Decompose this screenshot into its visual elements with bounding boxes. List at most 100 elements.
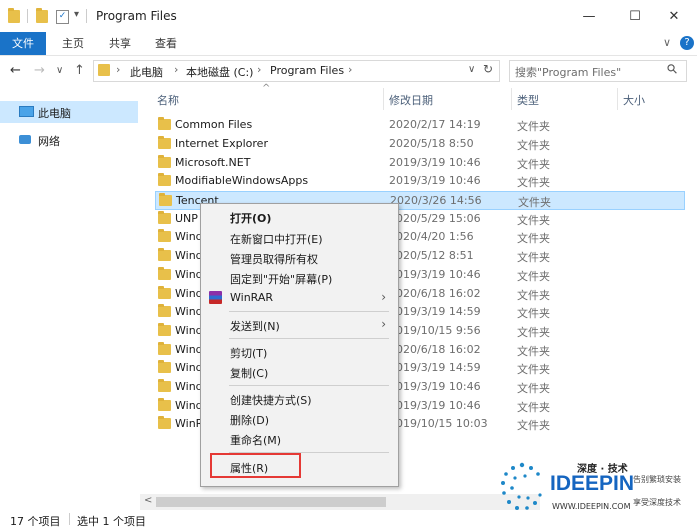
menu-item-rename[interactable]: 重命名(M): [201, 429, 396, 449]
file-date: 2020/5/18 8:50: [389, 137, 474, 150]
column-header-name[interactable]: 名称: [157, 92, 179, 108]
folder-icon[interactable]: [36, 8, 48, 23]
file-date: 2020/5/29 15:06: [389, 212, 481, 225]
folder-icon: [158, 173, 171, 186]
ideepin-logo-icon: [501, 462, 542, 510]
folder-icon: [158, 136, 171, 149]
up-button[interactable]: ↑: [74, 63, 85, 78]
recent-locations-button[interactable]: ∨: [56, 65, 63, 76]
column-header-type[interactable]: 类型: [517, 92, 539, 108]
forward-button[interactable]: →: [34, 63, 45, 78]
watermark: 深度 · 技术 IDEEPIN WWW.IDEEPIN.COM 告别繁琐安装 享…: [495, 459, 695, 521]
breadcrumb-separator[interactable]: ›: [116, 63, 120, 76]
file-name: Wind: [175, 249, 203, 262]
refresh-icon[interactable]: ↻: [483, 62, 493, 76]
properties-highlight-box: [210, 453, 301, 478]
nav-item-network[interactable]: 网络: [0, 130, 138, 150]
file-date: 2019/10/15 10:03: [389, 417, 488, 430]
file-type: 文件夹: [517, 363, 550, 376]
column-divider[interactable]: [617, 88, 618, 110]
file-row[interactable]: ModifiableWindowsApps 2019/3/19 10:46 文件夹: [155, 172, 685, 191]
folder-icon: [158, 360, 171, 373]
breadcrumb-separator[interactable]: ›: [174, 63, 178, 76]
properties-icon[interactable]: ✓: [56, 10, 69, 24]
menu-item-open-new-window[interactable]: 在新窗口中打开(E): [201, 228, 396, 248]
file-date: 2019/10/15 9:56: [389, 324, 481, 337]
horizontal-scroll-thumb[interactable]: [156, 497, 386, 507]
divider: [27, 9, 28, 23]
collapse-ribbon-icon[interactable]: ∨: [663, 36, 671, 49]
breadcrumb-program-files[interactable]: Program Files: [270, 64, 344, 77]
menu-item-winrar[interactable]: WinRAR ›: [201, 288, 396, 308]
file-type: 文件夹: [517, 232, 550, 245]
folder-icon: [158, 342, 171, 355]
file-name: Wind: [175, 230, 203, 243]
file-name: Wind: [175, 361, 203, 374]
breadcrumb-this-pc[interactable]: 此电脑: [130, 64, 163, 80]
file-type: 文件夹: [517, 345, 550, 358]
tab-home[interactable]: 主页: [55, 32, 91, 55]
tab-view[interactable]: 查看: [148, 32, 184, 55]
file-date: 2020/6/18 16:02: [389, 343, 481, 356]
watermark-slogan: 告别繁琐安装: [633, 475, 681, 484]
menu-item-cut[interactable]: 剪切(T): [201, 342, 396, 362]
back-button[interactable]: ←: [10, 63, 21, 78]
column-header-size[interactable]: 大小: [623, 92, 645, 108]
menu-separator: [229, 385, 389, 386]
close-button[interactable]: ✕: [651, 0, 697, 32]
file-type: 文件夹: [518, 196, 551, 209]
breadcrumb-separator[interactable]: ›: [257, 63, 261, 76]
address-dropdown-icon[interactable]: ∨: [468, 64, 475, 75]
file-date: 2020/2/17 14:19: [389, 118, 481, 131]
folder-icon: [98, 64, 110, 76]
folder-icon: [158, 267, 171, 280]
file-type: 文件夹: [517, 419, 550, 432]
column-divider[interactable]: [383, 88, 384, 110]
menu-separator: [229, 311, 389, 312]
folder-icon: [158, 416, 171, 429]
folder-icon: [8, 8, 20, 23]
nav-item-this-pc[interactable]: 此电脑: [0, 101, 138, 123]
file-name: Wind: [175, 268, 203, 281]
search-icon[interactable]: ⚲: [664, 61, 681, 78]
menu-item-pin-to-start[interactable]: 固定到"开始"屏幕(P): [201, 268, 396, 288]
tab-file[interactable]: 文件: [0, 32, 46, 55]
file-row[interactable]: Microsoft.NET 2019/3/19 10:46 文件夹: [155, 154, 685, 173]
customize-quick-access-icon[interactable]: ▾: [74, 9, 79, 20]
folder-icon: [159, 193, 172, 206]
column-divider[interactable]: [511, 88, 512, 110]
tab-share[interactable]: 共享: [102, 32, 138, 55]
file-type: 文件夹: [517, 120, 550, 133]
vertical-scrollbar[interactable]: [685, 88, 697, 494]
menu-item-copy[interactable]: 复制(C): [201, 362, 396, 382]
menu-item-send-to[interactable]: 发送到(N) ›: [201, 315, 396, 335]
menu-item-open[interactable]: 打开(O): [201, 207, 396, 227]
address-bar[interactable]: › 此电脑 › 本地磁盘 (C:) › Program Files › ∨ ↻: [93, 60, 500, 82]
menu-separator: [229, 338, 389, 339]
file-row[interactable]: Common Files 2020/2/17 14:19 文件夹: [155, 116, 685, 135]
menu-item-delete[interactable]: 删除(D): [201, 409, 396, 429]
file-name: Internet Explorer: [175, 137, 268, 150]
menu-item-create-shortcut[interactable]: 创建快捷方式(S): [201, 389, 396, 409]
breadcrumb-separator[interactable]: ›: [348, 63, 352, 76]
file-row[interactable]: Internet Explorer 2020/5/18 8:50 文件夹: [155, 135, 685, 154]
help-icon[interactable]: ?: [680, 36, 694, 50]
menu-item-label: WinRAR: [230, 291, 274, 304]
column-header-date[interactable]: 修改日期: [389, 92, 433, 108]
search-input[interactable]: 搜索"Program Files" ⚲: [509, 60, 687, 82]
file-date: 2019/3/19 10:46: [389, 156, 481, 169]
file-date: 2019/3/19 10:46: [389, 268, 481, 281]
nav-item-label: 网络: [38, 135, 60, 148]
file-type: 文件夹: [517, 382, 550, 395]
network-icon: [19, 135, 31, 144]
scroll-left-icon[interactable]: <: [144, 495, 152, 506]
minimize-button[interactable]: —: [566, 0, 612, 32]
file-type: 文件夹: [517, 176, 550, 189]
item-count: 17 个项目: [10, 515, 61, 528]
file-date: 2020/3/26 14:56: [390, 194, 482, 207]
menu-item-take-ownership[interactable]: 管理员取得所有权: [201, 248, 396, 268]
file-type: 文件夹: [517, 307, 550, 320]
selected-count: 选中 1 个项目: [77, 515, 146, 528]
menu-item-label: 固定到"开始"屏幕(P): [230, 273, 333, 286]
breadcrumb-local-disk[interactable]: 本地磁盘 (C:): [186, 64, 253, 80]
